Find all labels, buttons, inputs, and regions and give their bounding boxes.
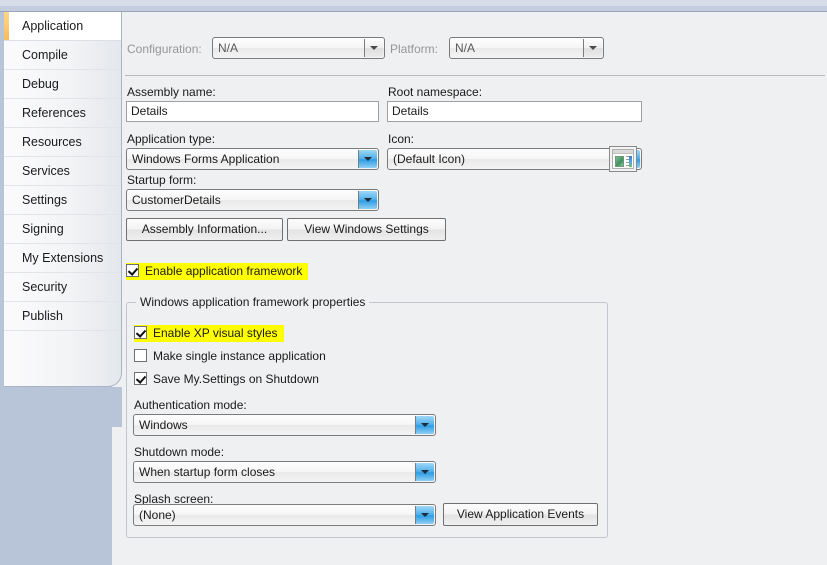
sidebar-item-publish[interactable]: Publish xyxy=(4,302,121,331)
sidebar-item-label: My Extensions xyxy=(22,251,104,265)
enable-application-framework-checkbox-row[interactable]: Enable application framework xyxy=(126,263,309,280)
window-top-strip xyxy=(0,0,827,12)
assembly-name-label: Assembly name: xyxy=(127,85,216,99)
platform-dropdown[interactable]: N/A xyxy=(449,37,604,59)
chevron-down-icon xyxy=(583,39,602,57)
sidebar-item-label: Security xyxy=(22,280,68,294)
group-legend: Windows application framework properties xyxy=(136,295,370,309)
assembly-information-button[interactable]: Assembly Information... xyxy=(126,218,283,241)
icon-preview-button[interactable] xyxy=(609,146,637,172)
configuration-value: N/A xyxy=(218,41,239,55)
sidebar-item-references[interactable]: References xyxy=(4,99,121,128)
shutdown-mode-label: Shutdown mode: xyxy=(134,445,225,459)
application-type-value: Windows Forms Application xyxy=(132,152,280,166)
enable-application-framework-label: Enable application framework xyxy=(145,264,303,278)
sidebar-item-label: Signing xyxy=(22,222,64,236)
view-windows-settings-button[interactable]: View Windows Settings xyxy=(287,218,446,241)
configuration-dropdown[interactable]: N/A xyxy=(212,37,385,59)
save-my-settings-on-shutdown-checkbox-row[interactable]: Save My.Settings on Shutdown xyxy=(134,371,319,388)
chevron-down-icon xyxy=(415,416,434,434)
view-application-events-button[interactable]: View Application Events xyxy=(443,503,598,526)
window-preview-icon xyxy=(612,149,634,169)
sidebar-item-label: Services xyxy=(22,164,70,178)
startup-form-value: CustomerDetails xyxy=(132,193,221,207)
sidebar-item-settings[interactable]: Settings xyxy=(4,186,121,215)
root-namespace-label: Root namespace: xyxy=(388,85,483,99)
icon-label: Icon: xyxy=(388,132,415,146)
sidebar-item-label: Resources xyxy=(22,135,82,149)
platform-value: N/A xyxy=(455,41,476,55)
sidebar-item-signing[interactable]: Signing xyxy=(4,215,121,244)
checkbox-icon[interactable] xyxy=(134,349,147,362)
make-single-instance-application-checkbox-row[interactable]: Make single instance application xyxy=(134,348,326,365)
window-top-strip-highlight xyxy=(0,0,827,6)
checkbox-icon[interactable] xyxy=(134,372,147,385)
sidebar-item-my-extensions[interactable]: My Extensions xyxy=(4,244,121,273)
sidebar-item-resources[interactable]: Resources xyxy=(4,128,121,157)
sidebar-item-label: Application xyxy=(22,19,84,33)
chevron-down-icon xyxy=(358,191,377,209)
root-namespace-input[interactable]: Details xyxy=(387,101,642,122)
sidebar-item-services[interactable]: Services xyxy=(4,157,121,186)
chevron-down-icon xyxy=(358,150,377,168)
icon-value: (Default Icon) xyxy=(393,152,466,166)
header-separator xyxy=(125,75,825,76)
chevron-down-icon xyxy=(415,506,434,524)
make-single-instance-application-label: Make single instance application xyxy=(153,349,326,363)
icon-titlebar xyxy=(613,150,633,154)
icon-side-bar xyxy=(629,156,632,167)
sidebar-item-label: Compile xyxy=(22,48,68,62)
save-my-settings-on-shutdown-label: Save My.Settings on Shutdown xyxy=(153,372,319,386)
sidebar-item-application[interactable]: Application xyxy=(4,12,121,41)
splash-screen-dropdown[interactable]: (None) xyxy=(133,504,436,526)
enable-xp-visual-styles-label: Enable XP visual styles xyxy=(153,326,278,340)
configuration-label: Configuration: xyxy=(127,42,202,56)
chevron-down-icon xyxy=(364,39,383,57)
application-type-label: Application type: xyxy=(127,132,216,146)
sidebar-tab-list: Application Compile Debug References Res… xyxy=(4,12,122,387)
shutdown-mode-dropdown[interactable]: When startup form closes xyxy=(133,461,436,483)
application-type-dropdown[interactable]: Windows Forms Application xyxy=(126,148,379,170)
icon-image-thumb xyxy=(615,156,624,167)
authentication-mode-dropdown[interactable]: Windows xyxy=(133,414,436,436)
project-properties-window: Application Compile Debug References Res… xyxy=(0,0,827,565)
sidebar-curve-filler xyxy=(4,387,122,427)
assembly-name-input[interactable]: Details xyxy=(126,101,379,122)
sidebar-item-label: Debug xyxy=(22,77,59,91)
sidebar-item-debug[interactable]: Debug xyxy=(4,70,121,99)
sidebar-item-label: Publish xyxy=(22,309,63,323)
enable-xp-visual-styles-checkbox-row[interactable]: Enable XP visual styles xyxy=(134,325,284,342)
startup-form-label: Startup form: xyxy=(127,173,197,187)
sidebar-item-label: Settings xyxy=(22,193,68,207)
sidebar-item-security[interactable]: Security xyxy=(4,273,121,302)
checkbox-icon[interactable] xyxy=(134,326,147,339)
chevron-down-icon xyxy=(415,463,434,481)
application-settings-panel: Configuration: N/A Platform: N/A Assembl… xyxy=(122,13,827,565)
checkbox-icon[interactable] xyxy=(126,264,139,277)
authentication-mode-label: Authentication mode: xyxy=(134,398,247,412)
icon-dropdown[interactable]: (Default Icon) xyxy=(387,148,642,170)
sidebar-item-compile[interactable]: Compile xyxy=(4,41,121,70)
splash-screen-value: (None) xyxy=(139,508,176,522)
sidebar-item-label: References xyxy=(22,106,86,120)
platform-label: Platform: xyxy=(390,42,439,56)
startup-form-dropdown[interactable]: CustomerDetails xyxy=(126,189,379,211)
authentication-mode-value: Windows xyxy=(139,418,188,432)
shutdown-mode-value: When startup form closes xyxy=(139,465,276,479)
